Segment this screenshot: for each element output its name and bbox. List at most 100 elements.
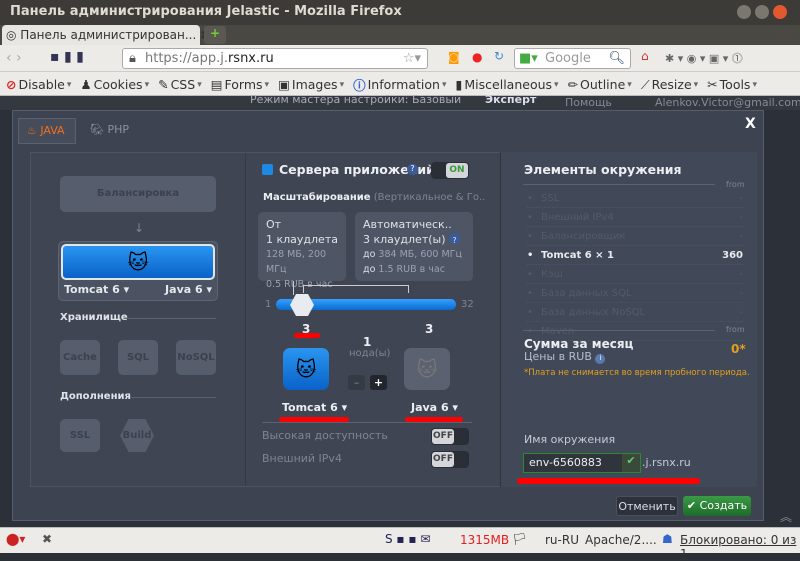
element-item: Tomcat 6 × 1 360 bbox=[527, 246, 743, 265]
devbar-css[interactable]: ✎ CSS ▾ bbox=[158, 75, 202, 94]
element-item: База данных NoSQL - bbox=[527, 303, 743, 322]
label: Forms bbox=[224, 77, 263, 92]
tab-label: PHP bbox=[107, 123, 130, 136]
tab-php[interactable]: 🐘︎ PHP bbox=[82, 118, 137, 144]
l1: Автоматическ.. bbox=[363, 218, 452, 231]
new-tab-button[interactable]: + bbox=[204, 26, 226, 44]
remove-node-button[interactable]: – bbox=[348, 375, 365, 390]
card-auto-cloudlets: Автоматическ.. 3 клаудлет(ы) ? до 384 МБ,… bbox=[355, 212, 473, 281]
label: Cookies bbox=[93, 77, 143, 92]
label: Resize bbox=[651, 77, 692, 92]
sql-button[interactable]: SQL bbox=[118, 340, 158, 375]
label: Tomcat 6 bbox=[282, 401, 338, 414]
search-icon[interactable]: 🔍︎ bbox=[608, 51, 625, 66]
info-icon[interactable]: i bbox=[595, 354, 606, 364]
l3: 384 МБ, 600 МГц bbox=[378, 249, 462, 260]
close-window-button[interactable] bbox=[773, 5, 787, 19]
balancer-button[interactable]: Балансировка bbox=[60, 176, 216, 212]
connector bbox=[293, 281, 294, 295]
addon-icons[interactable]: S ▪ ▪ ✉ bbox=[385, 532, 430, 546]
minimize-button[interactable] bbox=[737, 5, 751, 19]
help-icon[interactable]: ? bbox=[449, 233, 460, 245]
pre: до bbox=[363, 264, 376, 275]
element-item: Внешний IPv4 - bbox=[527, 208, 743, 227]
close-dialog-button[interactable]: X bbox=[745, 116, 756, 132]
devbar-tools[interactable]: ✂ Tools ▾ bbox=[707, 75, 757, 94]
back-icon[interactable]: ‹ › bbox=[6, 50, 22, 66]
window-titlebar: Панель администрирования Jelastic - Mozi… bbox=[0, 0, 800, 25]
url-bar[interactable]: 🔒︎ https://app.j.rsnx.ru ☆▾ bbox=[122, 48, 428, 69]
search-input[interactable]: Google ■▾ 🔍︎ bbox=[514, 48, 631, 69]
item-price: 360 bbox=[722, 250, 743, 261]
browser-tab[interactable]: ◎ Панель администрирован... ✖ bbox=[2, 25, 210, 45]
l2: 3 клаудлет(ы) bbox=[363, 233, 446, 246]
devbar-outline[interactable]: ✏ Outline ▾ bbox=[568, 75, 632, 94]
help-link[interactable]: Помощь bbox=[565, 96, 612, 109]
add-node-button[interactable]: + bbox=[370, 375, 387, 390]
addon-icons[interactable]: ✱ ▾ ◉ ▾ ▣ ▾ ⓵ bbox=[665, 50, 743, 66]
star-icon[interactable]: ☆▾ bbox=[403, 51, 421, 66]
cancel-button[interactable]: Отменить bbox=[616, 496, 678, 516]
ha-toggle[interactable]: OFF bbox=[431, 428, 469, 445]
devbar-cookies[interactable]: ♟ Cookies ▾ bbox=[80, 75, 149, 94]
devbar-miscellaneous[interactable]: ▮ Miscellaneous ▾ bbox=[456, 75, 559, 94]
devbar-information[interactable]: ⓘ Information ▾ bbox=[353, 75, 446, 94]
bookmark-icons[interactable]: ▪ ▮ ▮ bbox=[50, 49, 84, 65]
check-circle-icon: ✔︎ bbox=[686, 499, 697, 512]
flag-icon: 🏳︎ bbox=[512, 532, 528, 546]
divider bbox=[523, 184, 715, 185]
item-name: Балансировщик bbox=[541, 231, 626, 242]
devbar-images[interactable]: ▣ Images ▾ bbox=[278, 75, 344, 94]
item-name: База данных NoSQL bbox=[541, 307, 646, 318]
tab-label: JAVA bbox=[40, 124, 65, 137]
devbar-resize[interactable]: ⟋ Resize ▾ bbox=[641, 75, 698, 94]
tomcat-node-icon[interactable]: 🐱︎ bbox=[283, 348, 329, 390]
user-menu[interactable]: Alenkov.Victor@gmail.com bbox=[655, 96, 800, 109]
java-version-select[interactable]: Java 6 ▾ bbox=[411, 401, 458, 414]
servers-icon bbox=[262, 164, 273, 175]
env-name-input[interactable]: env-6560883 ✔ bbox=[523, 453, 641, 473]
devbar-forms[interactable]: ▤ Forms ▾ bbox=[211, 75, 269, 94]
total-title: Сумма за месяц bbox=[524, 337, 634, 351]
cache-button[interactable]: Cache bbox=[60, 340, 100, 375]
blocked-counter[interactable]: Блокировано: 0 из 1 bbox=[680, 533, 800, 561]
maximize-button[interactable] bbox=[755, 5, 769, 19]
item-name: SSL bbox=[541, 193, 560, 204]
element-item: База данных SQL - bbox=[527, 284, 743, 303]
rss-icon[interactable]: ◙ bbox=[448, 50, 460, 64]
java-node-icon[interactable]: 🐱︎ bbox=[404, 348, 450, 390]
app-server-node[interactable]: 🐱︎ Tomcat 6 ▾ Java 6 ▾ bbox=[58, 241, 218, 301]
server-version-select[interactable]: Tomcat 6 ▾ bbox=[282, 401, 347, 414]
label: Miscellaneous bbox=[464, 77, 553, 92]
stop-icon[interactable]: ● bbox=[472, 50, 482, 64]
devbar-items: ⊘ Disable ▾ ♟ Cookies ▾ ✎ CSS ▾ ▤ Forms ▾ ▣ Image… bbox=[6, 75, 757, 94]
storage-title: Хранилище bbox=[60, 312, 128, 323]
label: Tools bbox=[719, 77, 751, 92]
url-prefix: https://app.j. bbox=[145, 51, 228, 66]
item-price: - bbox=[739, 307, 743, 318]
tab-java[interactable]: ♨ JAVA bbox=[18, 118, 76, 144]
ssl-button[interactable]: SSL bbox=[60, 419, 100, 452]
create-button[interactable]: ✔︎ Создать bbox=[683, 496, 751, 516]
element-item: Балансировщик - bbox=[527, 227, 743, 246]
devbar-disable[interactable]: ⊘ Disable ▾ bbox=[6, 75, 71, 94]
nosql-button[interactable]: NoSQL bbox=[176, 340, 216, 375]
close-addon-bar-icon[interactable]: ✖ bbox=[42, 532, 52, 546]
expert-mode[interactable]: Эксперт bbox=[485, 93, 536, 106]
adblock-icon[interactable]: ⬤▾ bbox=[6, 532, 25, 546]
env-suffix: .j.rsnx.ru bbox=[642, 456, 691, 469]
servers-toggle[interactable]: ON bbox=[431, 162, 469, 179]
ipv4-toggle[interactable]: OFF bbox=[431, 451, 469, 468]
toggle-label: ON bbox=[446, 163, 468, 178]
tab-title: Панель администрирован... bbox=[20, 28, 197, 42]
locale[interactable]: ru-RU bbox=[545, 533, 579, 547]
background-app-header: Режим мастера настройки: Базовый Эксперт… bbox=[0, 93, 800, 110]
reload-icon[interactable]: ↻ bbox=[494, 49, 504, 63]
element-item: SSL - bbox=[527, 189, 743, 208]
help-icon[interactable]: ? bbox=[407, 164, 418, 175]
label: Outline bbox=[580, 77, 626, 92]
server-select[interactable]: Tomcat 6 ▾ bbox=[64, 283, 129, 296]
home-icon[interactable]: ⌂ bbox=[641, 49, 649, 63]
scroll-up-icon[interactable]: ︽ bbox=[780, 508, 792, 525]
java-select[interactable]: Java 6 ▾ bbox=[165, 283, 212, 296]
